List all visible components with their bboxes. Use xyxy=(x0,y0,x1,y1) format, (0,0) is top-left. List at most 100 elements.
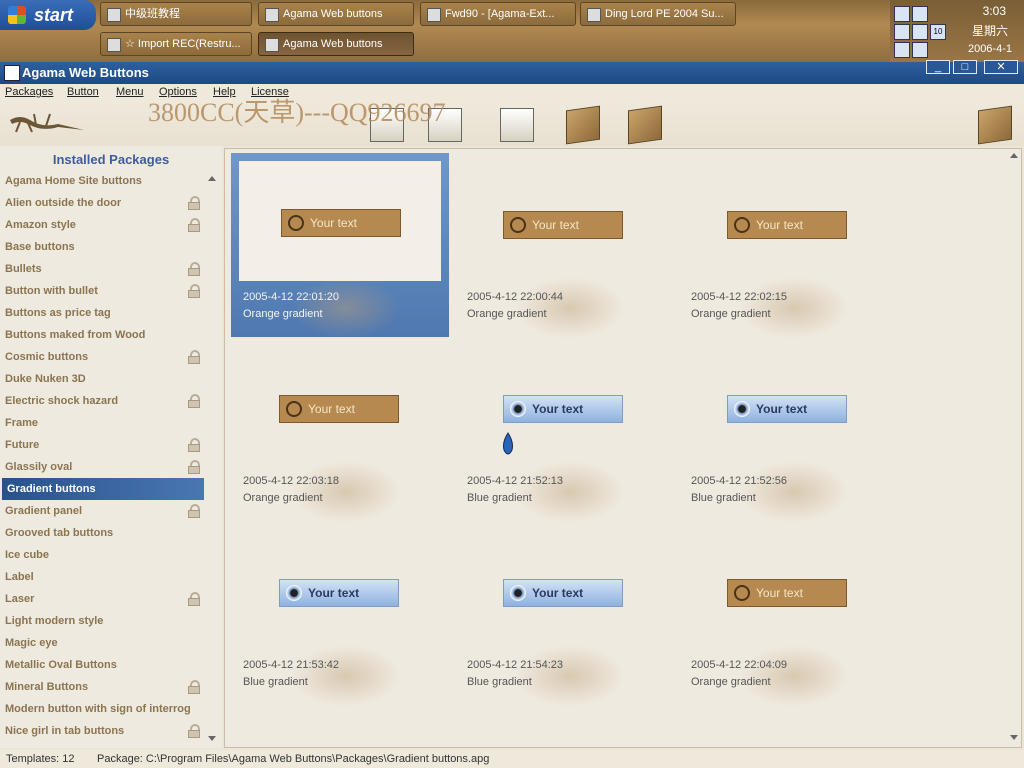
template-card[interactable]: Your text 2005-4-12 21:52:13 Blue gradient xyxy=(455,337,675,527)
template-preview[interactable]: Your text xyxy=(239,161,441,281)
package-name: Magic eye xyxy=(5,637,58,649)
package-list[interactable]: Agama Home Site buttons Alien outside the… xyxy=(0,170,206,748)
package-list-item[interactable]: Grooved tab buttons xyxy=(0,522,206,544)
scroll-down-icon[interactable] xyxy=(208,736,216,741)
start-button[interactable]: start xyxy=(0,0,96,30)
template-card[interactable]: Your text 2005-4-12 22:03:18 Orange gradie… xyxy=(231,337,451,527)
package-list-item[interactable]: Glassily oval xyxy=(0,456,206,478)
window-icon[interactable] xyxy=(912,24,928,40)
template-preview[interactable]: Your text xyxy=(239,345,441,465)
tray-badge-icon[interactable]: 10 xyxy=(930,24,946,40)
antivirus-icon[interactable] xyxy=(894,42,910,58)
package-list-item[interactable]: Cosmic buttons xyxy=(0,346,206,368)
package-icon[interactable] xyxy=(566,105,600,145)
app-icon[interactable] xyxy=(4,65,20,81)
sample-button[interactable]: Your text xyxy=(503,579,623,607)
package-name: Amazon style xyxy=(5,219,76,231)
sample-button[interactable]: Your text xyxy=(279,579,399,607)
sample-button[interactable]: Your text xyxy=(279,395,399,423)
package-open-icon[interactable] xyxy=(628,105,662,145)
template-preview[interactable]: Your text xyxy=(687,345,889,465)
package-list-item[interactable]: Gradient buttons xyxy=(2,478,204,500)
package-list-item[interactable]: Magic eye xyxy=(0,632,206,654)
template-card[interactable]: Your text 2005-4-12 21:54:23 Blue gradient xyxy=(455,521,675,711)
templates-count: Templates: 12 xyxy=(6,753,75,765)
menu-button[interactable]: Button xyxy=(67,86,99,98)
template-preview[interactable]: Your text xyxy=(463,345,665,465)
package-list-item[interactable]: Future xyxy=(0,434,206,456)
monitor-icon[interactable] xyxy=(912,6,928,22)
package-list-scrollbar[interactable] xyxy=(206,170,220,748)
package-list-item[interactable]: Laser xyxy=(0,588,206,610)
lock-icon xyxy=(188,394,200,408)
maximize-button[interactable]: □ xyxy=(953,60,977,74)
package-list-item[interactable]: Alien outside the door xyxy=(0,192,206,214)
clock-settings-icon[interactable] xyxy=(912,42,928,58)
minimize-button[interactable]: _ xyxy=(926,60,950,74)
package-list-item[interactable]: Ice cube xyxy=(0,544,206,566)
menu-menu[interactable]: Menu xyxy=(116,86,144,98)
speaker-icon[interactable] xyxy=(894,24,910,40)
package-list-item[interactable]: Button with bullet xyxy=(0,280,206,302)
package-list-item[interactable]: Light modern style xyxy=(0,610,206,632)
package-list-item[interactable]: Agama Home Site buttons xyxy=(0,170,206,192)
sample-button[interactable]: Your text xyxy=(727,395,847,423)
package-list-item[interactable]: Frame xyxy=(0,412,206,434)
taskbar-task[interactable]: Ding Lord PE 2004 Su... xyxy=(580,2,736,26)
sample-button[interactable]: Your text xyxy=(503,395,623,423)
package-list-item[interactable]: Duke Nuken 3D xyxy=(0,368,206,390)
taskbar-task[interactable]: Agama Web buttons xyxy=(258,2,414,26)
clock-time[interactable]: 3:03 xyxy=(983,4,1006,18)
package-list-item[interactable]: Metallic Oval Buttons xyxy=(0,654,206,676)
menu-packages[interactable]: Packages xyxy=(5,86,53,98)
network-icon[interactable] xyxy=(894,6,910,22)
close-button[interactable]: ✕ xyxy=(984,60,1018,74)
package-list-item[interactable]: Nice girl in tab buttons xyxy=(0,720,206,742)
template-card[interactable]: Your text 2005-4-12 22:01:20 Orange gradie… xyxy=(231,153,451,343)
template-card[interactable]: Your text 2005-4-12 22:04:09 Orange gradie… xyxy=(679,521,899,711)
scroll-up-icon[interactable] xyxy=(208,176,216,181)
sample-button[interactable]: Your text xyxy=(727,211,847,239)
template-card[interactable]: Your text 2005-4-12 21:52:56 Blue gradient xyxy=(679,337,899,527)
package-list-item[interactable]: Buttons as price tag xyxy=(0,302,206,324)
sample-button[interactable]: Your text xyxy=(503,211,623,239)
package-list-item[interactable]: Modern button with sign of interrog xyxy=(0,698,206,720)
template-name: Blue gradient xyxy=(467,492,532,504)
scroll-down-icon[interactable] xyxy=(1010,735,1018,740)
package-list-item[interactable]: Mineral Buttons xyxy=(0,676,206,698)
export-page-icon[interactable] xyxy=(500,108,534,142)
taskbar-task[interactable]: Fwd90 - [Agama-Ext... xyxy=(420,2,576,26)
package-list-item[interactable]: Gradient panel xyxy=(0,500,206,522)
package-list-item[interactable]: Bullets xyxy=(0,258,206,280)
package-list-item[interactable]: Buttons maked from Wood xyxy=(0,324,206,346)
sample-button[interactable]: Your text xyxy=(281,209,401,237)
lock-icon xyxy=(188,504,200,518)
package-list-item[interactable]: Electric shock hazard xyxy=(0,390,206,412)
package-list-item[interactable]: Amazon style xyxy=(0,214,206,236)
template-card[interactable]: Your text 2005-4-12 21:53:42 Blue gradient xyxy=(231,521,451,711)
taskbar-task[interactable]: 中级班教程 xyxy=(100,2,252,26)
taskbar-task[interactable]: ☆ Import REC(Restru... xyxy=(100,32,252,56)
window-titlebar[interactable]: Agama Web Buttons _ □ ✕ xyxy=(0,60,1024,84)
package-name: Modern button with sign of interrog xyxy=(5,703,191,715)
package-list-item[interactable]: Label xyxy=(0,566,206,588)
package-name: Grooved tab buttons xyxy=(5,527,114,539)
arrow-icon xyxy=(286,401,302,417)
package-name: Frame xyxy=(5,417,39,429)
sample-button[interactable]: Your text xyxy=(727,579,847,607)
taskbar-task-active[interactable]: Agama Web buttons xyxy=(258,32,414,56)
windows-logo-icon xyxy=(8,6,26,24)
template-preview[interactable]: Your text xyxy=(687,161,889,281)
scroll-up-icon[interactable] xyxy=(1010,153,1018,158)
template-card[interactable]: Your text 2005-4-12 22:00:44 Orange gradie… xyxy=(455,153,675,343)
eye-icon xyxy=(286,585,302,601)
template-preview[interactable]: Your text xyxy=(463,161,665,281)
template-card[interactable]: Your text 2005-4-12 22:02:15 Orange gradie… xyxy=(679,153,899,343)
template-preview[interactable]: Your text xyxy=(463,529,665,649)
template-preview[interactable]: Your text xyxy=(239,529,441,649)
package-list-item[interactable]: Base buttons xyxy=(0,236,206,258)
template-preview[interactable]: Your text xyxy=(687,529,889,649)
template-name: Orange gradient xyxy=(243,492,323,504)
web-icon[interactable] xyxy=(978,105,1012,145)
template-timestamp: 2005-4-12 21:54:23 xyxy=(467,659,564,671)
